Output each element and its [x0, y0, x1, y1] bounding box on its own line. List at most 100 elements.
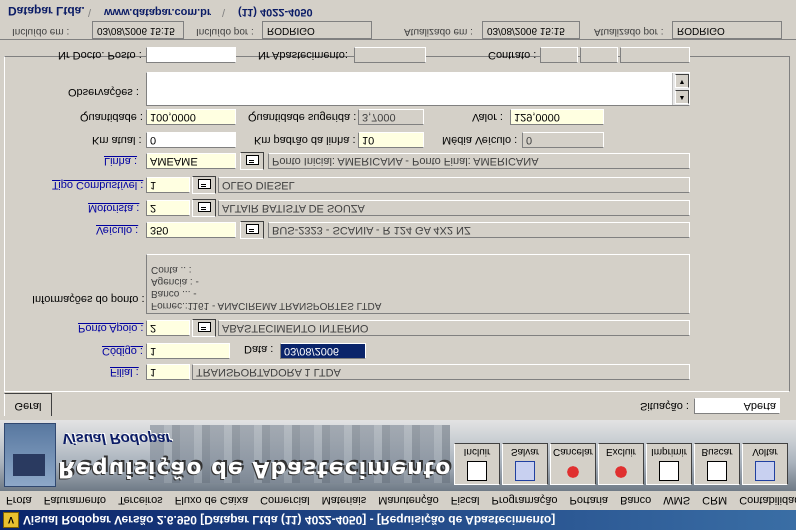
print-icon [659, 461, 679, 481]
window: V Visual Rodopar Versão 2.6.950 [Datapar… [0, 0, 796, 530]
media-veiculo-label: Média Veículo : [442, 134, 518, 146]
incluido-em-field: 03/08/2006 15:15 [92, 21, 184, 39]
company-phone: (11) 4022-4050 [238, 6, 313, 18]
linha-desc-field: Ponto Inicial: AMERICANA - Ponto Final: … [268, 153, 690, 169]
scroll-up-icon[interactable]: ▲ [675, 90, 689, 104]
menu-contabilidade[interactable]: Contabilidade [733, 495, 796, 507]
qtd-sugerida-field: 3,7000 [358, 109, 424, 125]
incluido-por-label: Incluído por : [196, 26, 254, 37]
search-label: Buscar [701, 446, 733, 457]
nr-docto-input[interactable] [146, 47, 236, 63]
veiculo-code-input[interactable]: 350 [146, 222, 236, 238]
atualizado-em-label: Atualizado em : [404, 26, 473, 37]
nr-abastecimento-field [354, 47, 426, 63]
observacoes-textarea[interactable]: ▲ ▼ [146, 72, 690, 106]
observacoes-scrollbar[interactable]: ▲ ▼ [672, 73, 689, 105]
info-ponto-box: Fornec.:1161 - ANACIREMA TRANSPORTES LTD… [146, 254, 690, 314]
menu-frota[interactable]: Frota [0, 495, 38, 507]
motorista-label[interactable]: Motorista : [88, 202, 139, 214]
veiculo-lookup-icon[interactable] [240, 221, 264, 239]
menu-banco[interactable]: Banco [614, 495, 657, 507]
save-button[interactable]: Salvar [502, 443, 548, 485]
print-button[interactable]: Imprimir [646, 443, 692, 485]
km-padrao-field: 10 [358, 132, 424, 148]
tab-row: Geral Situação : Aberta [0, 392, 796, 418]
back-button[interactable]: Voltar [742, 443, 788, 485]
menu-comercial[interactable]: Comercial [254, 495, 316, 507]
menu-faturamento[interactable]: Faturamento [38, 495, 112, 507]
delete-icon [612, 463, 630, 481]
back-label: Voltar [752, 446, 778, 457]
combustivel-code-input[interactable]: 1 [146, 177, 190, 193]
codigo-input[interactable]: 1 [146, 343, 230, 359]
ponto-apoio-lookup-icon[interactable] [192, 319, 216, 337]
data-input[interactable]: 03/08/2006 [280, 343, 366, 359]
info-ponto-line: Conta .. : [151, 264, 192, 275]
filial-code-input[interactable]: 1 [146, 364, 190, 380]
menu-fluxo-caixa[interactable]: Fluxo de Caixa [169, 495, 254, 507]
situacao-label: Situação : [640, 400, 689, 412]
menu-crm[interactable]: CRM [696, 495, 733, 507]
tab-geral[interactable]: Geral [4, 393, 52, 416]
combustivel-lookup-icon[interactable] [192, 176, 216, 194]
menu-bar: Frota Faturamento Terceiros Fluxo de Cai… [0, 490, 796, 510]
quantidade-label: Quantidade : [80, 111, 143, 123]
km-padrao-label: Km padrão da linha : [254, 134, 356, 146]
valor-input[interactable]: 129,0000 [510, 109, 604, 125]
search-button[interactable]: Buscar [694, 443, 740, 485]
filial-name-field: TRANSPORTADORA 1 LTDA [192, 364, 690, 380]
menu-manutencao[interactable]: Manutenção [372, 495, 445, 507]
menu-portaria[interactable]: Portaria [564, 495, 615, 507]
km-atual-input[interactable]: 0 [146, 132, 236, 148]
menu-programacao[interactable]: Programação [485, 495, 563, 507]
back-icon [755, 461, 775, 481]
delete-button[interactable]: Excluir [598, 443, 644, 485]
include-label: Incluir [463, 446, 491, 457]
codigo-label[interactable]: Código : [102, 345, 143, 357]
nr-abastecimento-label: Nr Abastecimento: [258, 49, 348, 61]
cancel-icon [564, 463, 582, 481]
veiculo-label[interactable]: Veículo : [96, 224, 138, 236]
motorista-lookup-icon[interactable] [192, 199, 216, 217]
motorista-code-input[interactable]: 2 [146, 200, 190, 216]
valor-label: Valor : [472, 111, 503, 123]
km-atual-label: Km atual : [92, 134, 142, 146]
combustivel-label[interactable]: Tipo Combustível : [52, 179, 143, 191]
scroll-down-icon[interactable]: ▼ [675, 74, 689, 88]
toolbar: Incluir Salvar Cancelar Excluir Imprimir… [454, 443, 788, 485]
info-ponto-line: Banco ... - [151, 288, 197, 299]
cancel-button[interactable]: Cancelar [550, 443, 596, 485]
app-icon: V [3, 512, 19, 528]
save-label: Salvar [510, 446, 540, 457]
contrato-field-3 [620, 47, 690, 63]
ponto-apoio-label[interactable]: Ponto Apoio : [78, 322, 143, 334]
filial-label[interactable]: Filial : [110, 366, 139, 378]
incluido-em-label: Incluído em : [12, 26, 70, 37]
ponto-apoio-name-field: ABASTECIMENTO INTERNO [218, 320, 690, 336]
qtd-sugerida-label: Quantidade sugerida : [248, 111, 357, 123]
menu-terceiros[interactable]: Terceiros [112, 495, 169, 507]
print-label: Imprimir [650, 446, 688, 457]
linha-label[interactable]: Linha : [104, 155, 137, 167]
audit-footer: Incluído em : 03/08/2006 15:15 Incluído … [0, 0, 796, 40]
motorista-name-field: ALTAIR BATISTA DE SOUZA [218, 200, 690, 216]
observacoes-label: Observações : [68, 86, 139, 98]
incluido-por-field: RODRIGO [262, 21, 372, 39]
menu-wms[interactable]: WMS [657, 495, 696, 507]
ponto-apoio-code-input[interactable]: 2 [146, 320, 190, 336]
veiculo-desc-field: BUS-2323 - SCANIA - R 124 GA 4X2 NZ [268, 222, 690, 238]
atualizado-em-field: 03/08/2006 15:15 [482, 21, 580, 39]
linha-lookup-icon[interactable] [240, 152, 264, 170]
include-button[interactable]: Incluir [454, 443, 500, 485]
window-title: Visual Rodopar Versão 2.6.950 [Datapar L… [23, 513, 556, 527]
linha-code-input[interactable]: AMEAME [146, 153, 236, 169]
screen-title: Requisição de Abastecimento [58, 456, 452, 481]
company-site: www.datapar.com.br [104, 6, 212, 18]
title-bar[interactable]: V Visual Rodopar Versão 2.6.950 [Datapar… [0, 510, 796, 530]
info-ponto-line: Fornec.:1161 - ANACIREMA TRANSPORTES LTD… [151, 300, 382, 311]
menu-materiais[interactable]: Materiais [316, 495, 373, 507]
quantidade-input[interactable]: 100,0000 [146, 109, 236, 125]
atualizado-por-field: RODRIGO [672, 21, 782, 39]
situacao-field: Aberta [694, 398, 780, 414]
menu-fiscal[interactable]: Fiscal [445, 495, 486, 507]
